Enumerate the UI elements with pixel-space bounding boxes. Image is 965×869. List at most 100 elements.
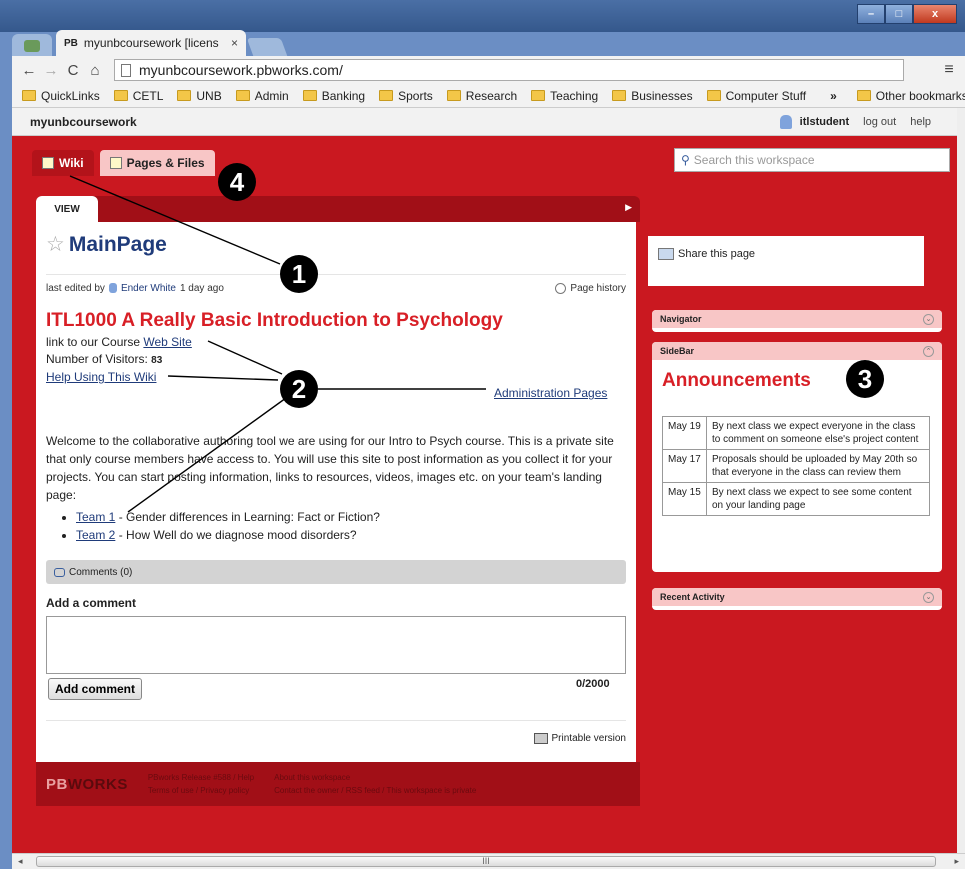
footer-about[interactable]: About this workspace [274, 771, 476, 784]
page-title-text: MainPage [68, 233, 167, 256]
reload-icon[interactable]: C [62, 62, 84, 79]
bookmark-cetl[interactable]: CETL [113, 89, 163, 103]
pbworks-logo[interactable]: PBWORKS [46, 776, 128, 793]
recent-activity-panel: Recent Activity ⌄ [652, 588, 942, 610]
bookmark-unb[interactable]: UNB [177, 89, 222, 103]
tab-wiki[interactable]: Wiki [32, 150, 94, 176]
bookmark-label: Banking [321, 88, 366, 103]
expand-arrow-icon[interactable]: ▶ [625, 202, 632, 213]
course-link-row: link to our Course Web Site [46, 334, 626, 351]
table-row: May 17 Proposals should be uploaded by Ma… [662, 449, 930, 483]
administration-pages-link[interactable]: Administration Pages [494, 386, 607, 400]
star-icon[interactable]: ☆ [46, 233, 65, 256]
announcement-text: By next class we expect to see some cont… [706, 482, 930, 516]
list-item: Team 2 - How Well do we diagnose mood di… [76, 526, 380, 544]
home-icon[interactable]: ⌂ [84, 62, 106, 79]
footer-contact[interactable]: Contact the owner / RSS feed / This work… [274, 784, 476, 797]
announcements-title: Announcements [662, 370, 811, 391]
apps-tab[interactable] [12, 34, 52, 56]
menu-icon[interactable]: ≡ [939, 61, 959, 79]
back-icon[interactable]: ← [18, 62, 40, 79]
address-bar[interactable]: myunbcoursework.pbworks.com/ [114, 59, 904, 81]
bookmark-computer-stuff[interactable]: Computer Stuff [706, 89, 806, 103]
folder-icon [706, 90, 721, 101]
scroll-left-icon[interactable]: ◂ [18, 856, 23, 867]
course-link-prefix: link to our Course [46, 335, 141, 349]
collapse-icon[interactable]: ⌃ [923, 345, 934, 357]
page-history-label: Page history [570, 283, 626, 294]
bookmarks-overflow-button[interactable]: » [830, 89, 837, 103]
close-window-button[interactable]: x [913, 4, 957, 24]
bookmark-quicklinks[interactable]: QuickLinks [22, 89, 100, 103]
search-icon: ⚲ [681, 153, 690, 167]
comments-label: Comments (0) [69, 566, 133, 578]
expand-icon[interactable]: ⌄ [923, 313, 934, 325]
announcement-text: Proposals should be uploaded by May 20th… [706, 449, 930, 483]
logo-pb: PB [46, 775, 68, 793]
team-1-link[interactable]: Team 1 [76, 510, 115, 524]
tab-view[interactable]: VIEW [36, 196, 98, 222]
footer-terms[interactable]: Terms of use / Privacy policy [148, 784, 254, 797]
tab-title: myunbcoursework [licens [83, 36, 219, 50]
course-website-link[interactable]: Web Site [143, 335, 191, 349]
team-desc: - How Well do we diagnose mood disorders… [115, 528, 357, 542]
page-viewport: myunbcoursework itlstudent log out help … [12, 108, 957, 853]
visitors-label: Number of Visitors: [46, 352, 148, 366]
expand-icon[interactable]: ⌄ [923, 591, 934, 603]
apps-icon [24, 40, 40, 52]
bookmark-admin[interactable]: Admin [235, 89, 289, 103]
footer-col-1: PBworks Release #588 / Help Terms of use… [148, 771, 254, 797]
url-text: myunbcoursework.pbworks.com/ [139, 62, 343, 78]
sidebar-title: SideBar [660, 346, 695, 356]
vertical-scrollbar[interactable] [957, 108, 965, 853]
navigator-header[interactable]: Navigator ⌄ [652, 310, 942, 328]
scroll-right-icon[interactable]: ▸ [954, 856, 959, 867]
logout-link[interactable]: log out [863, 116, 896, 128]
bookmark-sports[interactable]: Sports [379, 89, 433, 103]
char-counter: 0/2000 [576, 678, 610, 690]
editor-link[interactable]: Ender White [121, 283, 176, 294]
announcement-text: By next class we expect everyone in the … [706, 416, 930, 450]
username[interactable]: itlstudent [800, 116, 850, 128]
footer-release[interactable]: PBworks Release #588 / Help [148, 771, 254, 784]
bookmark-label: Teaching [550, 88, 599, 103]
comments-toggle[interactable]: Comments (0) [46, 560, 626, 584]
announcement-date: May 19 [662, 416, 707, 450]
workspace-search-input[interactable]: ⚲ Search this workspace [674, 148, 950, 172]
forward-icon[interactable]: → [40, 62, 62, 79]
bookmark-other[interactable]: Other bookmarks [856, 89, 965, 103]
horizontal-scrollbar[interactable]: ◂ III ▸ [12, 853, 965, 869]
sidebar-header[interactable]: SideBar ⌃ [652, 342, 942, 360]
scroll-thumb[interactable]: III [36, 856, 936, 867]
view-bar: VIEW ▶ [36, 196, 640, 222]
bookmark-businesses[interactable]: Businesses [612, 89, 693, 103]
announcement-date: May 17 [662, 449, 707, 483]
bookmark-banking[interactable]: Banking [302, 88, 366, 103]
bookmark-teaching[interactable]: Teaching [531, 89, 598, 103]
recent-activity-header[interactable]: Recent Activity ⌄ [652, 588, 942, 606]
team-2-link[interactable]: Team 2 [76, 528, 115, 542]
workspace-name[interactable]: myunbcoursework [30, 115, 137, 129]
new-tab-button[interactable] [246, 38, 288, 56]
tab-close-icon[interactable]: × [231, 36, 238, 50]
announcements-table: May 19 By next class we expect everyone i… [662, 416, 930, 516]
team-desc: - Gender differences in Learning: Fact o… [115, 510, 380, 524]
maximize-button[interactable]: □ [885, 4, 913, 24]
page-history-link[interactable]: Page history [555, 283, 626, 294]
bookmark-research[interactable]: Research [446, 89, 517, 103]
help-wiki-link[interactable]: Help Using This Wiki [46, 370, 156, 384]
page-icon [121, 63, 131, 77]
comment-textarea[interactable] [46, 616, 626, 674]
bookmark-label: QuickLinks [41, 88, 100, 103]
user-icon [779, 114, 792, 129]
minimize-button[interactable]: – [857, 4, 885, 24]
browser-tab-active[interactable]: PB myunbcoursework [licens × [56, 30, 246, 56]
share-page-link[interactable]: Share this page [678, 248, 755, 260]
tab-pages-files[interactable]: Pages & Files [99, 150, 215, 176]
callout-marker-4: 4 [218, 163, 256, 201]
printable-version-link[interactable]: Printable version [552, 733, 626, 744]
sidebar-panel: SideBar ⌃ Announcements May 19 By next cl… [652, 342, 942, 572]
tab-strip: PB myunbcoursework [licens × [12, 30, 288, 56]
help-link[interactable]: help [910, 116, 931, 128]
add-comment-button[interactable]: Add comment [48, 678, 143, 700]
